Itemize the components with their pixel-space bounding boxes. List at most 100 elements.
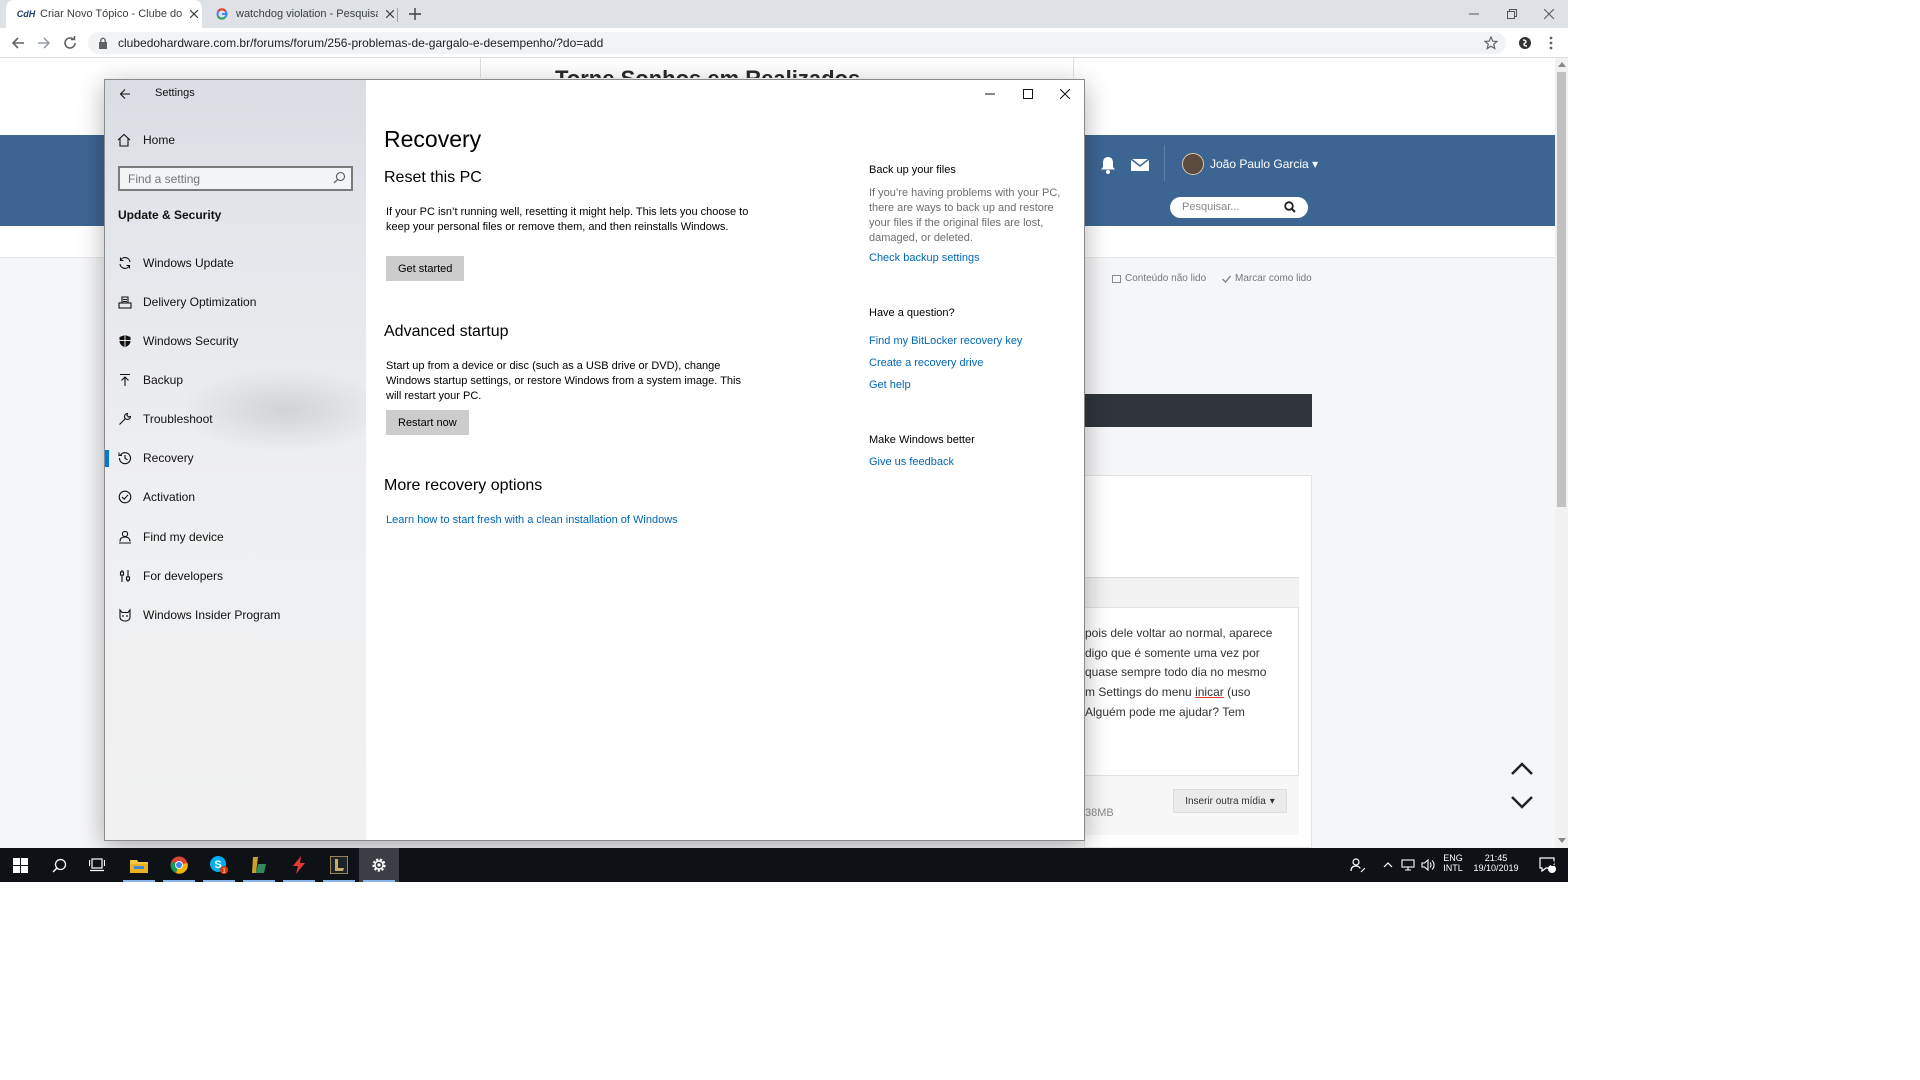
give-feedback-link[interactable]: Give us feedback — [869, 456, 954, 468]
notifications-bell-icon[interactable] — [1098, 155, 1118, 175]
task-view-icon[interactable] — [77, 848, 117, 882]
scroll-down-chevron-icon[interactable] — [1510, 795, 1534, 811]
history-icon — [118, 451, 132, 465]
upload-size-label: 38MB — [1085, 807, 1114, 819]
insert-media-button[interactable]: Inserir outra mídia ▾ — [1173, 789, 1287, 813]
clube-do-hardware-favicon: CdH — [16, 9, 36, 19]
reset-pc-heading: Reset this PC — [384, 169, 482, 186]
tab-title: Criar Novo Tópico - Clube do Hardware — [40, 8, 182, 20]
header-divider — [1164, 145, 1165, 181]
messages-envelope-icon[interactable] — [1130, 155, 1150, 175]
forward-arrow-icon[interactable] — [34, 33, 54, 53]
sidebar-item-windows-update[interactable]: Windows Update — [105, 246, 366, 280]
settings-gear-icon[interactable] — [359, 848, 399, 882]
backup-files-description: If you’re having problems with your PC, … — [869, 187, 1061, 244]
address-bar[interactable]: clubedohardware.com.br/forums/forum/256-… — [88, 32, 1506, 54]
scroll-up-chevron-icon[interactable] — [1510, 760, 1534, 776]
chrome-icon[interactable] — [159, 848, 199, 882]
tab-clube-do-hardware[interactable]: CdH Criar Novo Tópico - Clube do Hardwar… — [6, 0, 202, 28]
nitro-icon[interactable] — [279, 848, 319, 882]
clean-install-link[interactable]: Learn how to start fresh with a clean in… — [386, 514, 678, 526]
skype-icon[interactable]: S1 — [199, 848, 239, 882]
notification-count: 2 — [1551, 861, 1555, 868]
bitlocker-recovery-key-link[interactable]: Find my BitLocker recovery key — [869, 335, 1022, 347]
language-indicator[interactable]: ENG INTL — [1440, 853, 1466, 873]
new-tab-plus-icon[interactable] — [406, 5, 424, 23]
browser-restore-icon[interactable] — [1493, 0, 1531, 28]
close-tab-icon[interactable] — [186, 6, 202, 22]
shield-icon — [118, 334, 132, 348]
network-icon[interactable] — [1398, 848, 1418, 882]
start-windows-logo-icon[interactable] — [0, 848, 40, 882]
league-icon[interactable] — [319, 848, 359, 882]
sidebar-item-recovery[interactable]: Recovery — [105, 441, 366, 475]
browser-minimize-icon[interactable] — [1455, 0, 1493, 28]
close-tab-icon[interactable] — [382, 6, 398, 22]
get-help-link[interactable]: Get help — [869, 379, 911, 391]
unread-content-link[interactable]: Conteúdo não lido — [1112, 273, 1206, 284]
extension-icon[interactable] — [1515, 33, 1535, 53]
site-search-input[interactable]: Pesquisar... — [1170, 197, 1308, 218]
post-editor[interactable]: pois dele voltar ao normal, aparece digo… — [1084, 577, 1299, 835]
upload-icon — [118, 373, 132, 387]
volume-icon[interactable] — [1418, 848, 1438, 882]
site-heading: Torne Sonhos em Realizados — [555, 66, 860, 78]
restart-now-button[interactable]: Restart now — [386, 410, 469, 435]
editor-text[interactable]: pois dele voltar ao normal, aparece digo… — [1085, 624, 1299, 723]
user-menu[interactable]: João Paulo Garcia ▾ — [1210, 157, 1318, 171]
group-heading: Update & Security — [118, 208, 222, 222]
sidebar-item-for-developers[interactable]: For developers — [105, 559, 366, 593]
editor-footer: 38MB Inserir outra mídia ▾ — [1085, 775, 1299, 835]
home-nav-item[interactable]: Home — [117, 130, 357, 150]
person-pin-icon — [118, 530, 132, 544]
clock[interactable]: 21:45 19/10/2019 — [1468, 853, 1524, 873]
browser-menu-icon[interactable] — [1541, 33, 1561, 53]
sidebar-item-activation[interactable]: Activation — [105, 480, 366, 514]
page-scrollbar[interactable] — [1555, 58, 1568, 848]
dark-toolbar — [1084, 394, 1312, 427]
search-icon[interactable] — [333, 171, 346, 184]
back-arrow-icon[interactable] — [8, 33, 28, 53]
home-icon — [117, 133, 131, 147]
page-title: Recovery — [384, 126, 482, 152]
search-icon[interactable] — [1284, 201, 1296, 213]
people-icon[interactable] — [1340, 848, 1376, 882]
sidebar-item-backup[interactable]: Backup — [105, 363, 366, 397]
check-backup-settings-link[interactable]: Check backup settings — [869, 252, 980, 264]
browser-toolbar: clubedohardware.com.br/forums/forum/256-… — [0, 28, 1568, 58]
find-setting-search-input[interactable] — [118, 166, 353, 191]
scroll-up-arrow-icon[interactable] — [1558, 62, 1566, 67]
file-explorer-icon[interactable] — [119, 848, 159, 882]
action-center-icon[interactable]: 2 — [1530, 848, 1566, 882]
show-hidden-icons-chevron-icon[interactable] — [1378, 848, 1398, 882]
sidebar-item-find-my-device[interactable]: Find my device — [105, 520, 366, 554]
check-circle-icon — [118, 490, 132, 504]
checkmark-icon — [1222, 275, 1231, 283]
sliders-icon — [118, 569, 132, 583]
sidebar-item-delivery-optimization[interactable]: Delivery Optimization — [105, 285, 366, 319]
get-started-button[interactable]: Get started — [386, 256, 465, 281]
settings-window: Home Update & Security Windows Update De… — [104, 79, 1085, 841]
sidebar-item-windows-security[interactable]: Windows Security — [105, 324, 366, 358]
banner-strip: Torne Sonhos em Realizados — [480, 58, 1074, 78]
unread-icon — [1112, 274, 1121, 283]
sidebar-item-windows-insider-program[interactable]: Windows Insider Program — [105, 598, 366, 632]
launcher-icon[interactable] — [239, 848, 279, 882]
scrollbar-thumb[interactable] — [1557, 72, 1566, 507]
google-favicon — [214, 6, 230, 22]
create-recovery-drive-link[interactable]: Create a recovery drive — [869, 357, 983, 369]
tab-title: watchdog violation - Pesquisa Google — [236, 8, 378, 20]
have-a-question-heading: Have a question? — [869, 307, 955, 319]
bookmark-star-icon[interactable] — [1481, 33, 1501, 53]
caret-down-icon: ▾ — [1269, 795, 1275, 807]
advanced-startup-description: Start up from a device or disc (such as … — [386, 360, 741, 402]
reload-icon[interactable] — [60, 33, 80, 53]
browser-close-icon[interactable] — [1530, 0, 1568, 28]
scroll-down-arrow-icon[interactable] — [1558, 838, 1566, 843]
mark-as-read-link[interactable]: Marcar como lido — [1222, 273, 1312, 284]
taskbar-search-icon[interactable] — [39, 848, 79, 882]
settings-back-arrow-icon[interactable] — [115, 84, 135, 104]
tab-google-search[interactable]: watchdog violation - Pesquisa Google — [202, 0, 398, 28]
sidebar-item-troubleshoot[interactable]: Troubleshoot — [105, 402, 366, 436]
user-avatar[interactable] — [1182, 153, 1204, 175]
